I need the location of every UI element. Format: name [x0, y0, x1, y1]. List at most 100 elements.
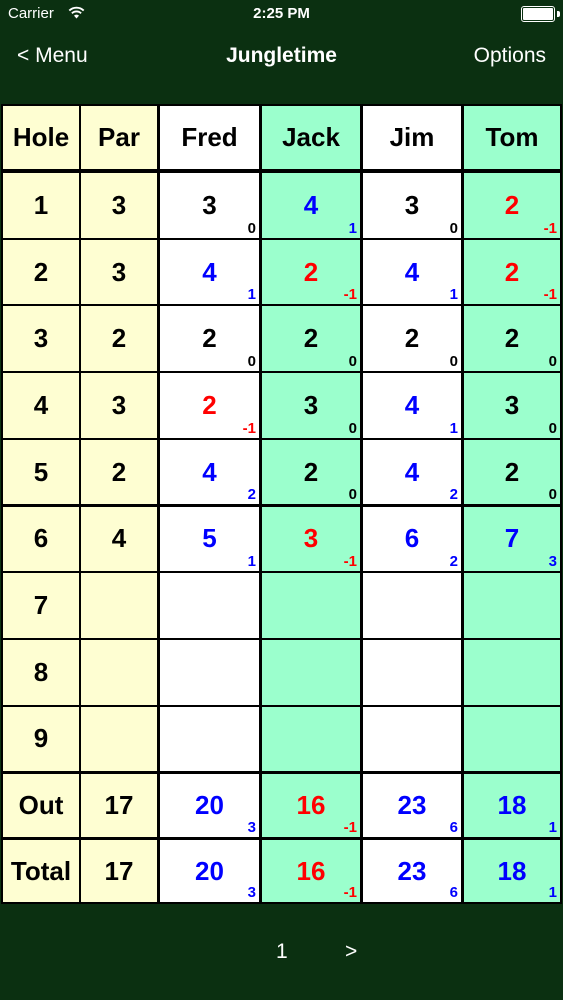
par-value: 3: [81, 239, 157, 305]
total-score-cell: 20 3: [160, 774, 259, 837]
hole-number: 8: [3, 639, 79, 705]
relative-to-par: 2: [449, 486, 458, 504]
score-cell[interactable]: [160, 573, 259, 638]
score-value: 2: [303, 323, 319, 354]
relative-to-par: 0: [548, 486, 557, 504]
score-cell[interactable]: 20: [464, 306, 560, 372]
score-cell[interactable]: 41: [262, 173, 360, 238]
score-cell[interactable]: [464, 639, 560, 705]
total-label: Out: [3, 774, 79, 837]
score-cell[interactable]: 3 -1: [262, 506, 360, 572]
score-cell[interactable]: [262, 573, 360, 638]
score-cell[interactable]: 2 -1: [464, 239, 560, 305]
relative-to-par: 0: [548, 353, 557, 371]
score-cell[interactable]: 41: [160, 239, 259, 305]
par-value: [81, 706, 157, 772]
score-cell[interactable]: 20: [262, 439, 360, 505]
score-value: 18: [497, 790, 527, 820]
total-score-cell: 16 -1: [262, 840, 360, 902]
relative-to-par: 0: [247, 353, 256, 371]
hole-number: 6: [3, 506, 79, 572]
score-cell[interactable]: 73: [464, 506, 560, 572]
score-value: 20: [195, 855, 224, 886]
par-value: [81, 573, 157, 638]
column-header: Hole: [3, 106, 79, 169]
score-value: 2: [404, 323, 420, 354]
score-cell[interactable]: [363, 639, 461, 705]
hole-number: 1: [3, 173, 79, 238]
score-cell[interactable]: 42: [363, 439, 461, 505]
battery-icon: [521, 6, 555, 22]
score-cell[interactable]: 41: [363, 239, 461, 305]
score-cell[interactable]: 30: [464, 373, 560, 438]
total-score-cell: 16 -1: [262, 774, 360, 837]
navigation-bar: < Menu Jungletime Options: [0, 36, 563, 80]
score-value: 20: [195, 790, 224, 820]
par-value: 4: [81, 506, 157, 572]
score-cell[interactable]: 20: [160, 306, 259, 372]
score-cell[interactable]: 2 -1: [262, 239, 360, 305]
score-value: 5: [202, 523, 217, 554]
options-button[interactable]: Options: [474, 44, 546, 68]
score-cell[interactable]: 62: [363, 506, 461, 572]
hole-number: 5: [3, 439, 79, 505]
player-header[interactable]: Jim: [363, 106, 461, 169]
par-value: 2: [81, 306, 157, 372]
relative-to-par: -1: [343, 884, 357, 901]
relative-to-par: 6: [449, 819, 458, 836]
relative-to-par: 1: [449, 286, 458, 304]
menu-back-button[interactable]: < Menu: [17, 44, 88, 68]
relative-to-par: 3: [548, 553, 557, 571]
player-header[interactable]: Jack: [262, 106, 360, 169]
relative-to-par: 2: [449, 553, 458, 571]
score-cell[interactable]: [464, 573, 560, 638]
score-cell[interactable]: 51: [160, 506, 259, 572]
score-value: 16: [296, 790, 326, 820]
relative-to-par: -1: [543, 286, 557, 304]
relative-to-par: 0: [247, 219, 256, 237]
hole-number: 4: [3, 373, 79, 438]
relative-to-par: 1: [548, 819, 557, 836]
score-cell[interactable]: [262, 706, 360, 772]
score-value: 2: [504, 456, 520, 487]
score-cell[interactable]: [262, 639, 360, 705]
pager: 1 >: [0, 940, 563, 970]
score-cell[interactable]: 41: [363, 373, 461, 438]
score-cell[interactable]: 20: [464, 439, 560, 505]
score-cell[interactable]: [160, 639, 259, 705]
score-cell[interactable]: 42: [160, 439, 259, 505]
relative-to-par: -1: [343, 553, 357, 571]
score-value: 16: [296, 855, 326, 886]
relative-to-par: 0: [449, 353, 458, 371]
score-value: 2: [303, 456, 319, 487]
score-cell[interactable]: 20: [262, 306, 360, 372]
score-cell[interactable]: [363, 573, 461, 638]
score-cell[interactable]: [363, 706, 461, 772]
relative-to-par: 0: [348, 486, 357, 504]
score-cell[interactable]: 30: [363, 173, 461, 238]
player-header[interactable]: Fred: [160, 106, 259, 169]
hole-number: 9: [3, 706, 79, 772]
score-cell[interactable]: 2 -1: [160, 373, 259, 438]
relative-to-par: -1: [343, 286, 357, 304]
relative-to-par: 2: [247, 486, 256, 504]
relative-to-par: 1: [548, 884, 557, 901]
score-value: 23: [397, 855, 427, 886]
score-cell[interactable]: [160, 706, 259, 772]
score-cell[interactable]: 30: [262, 373, 360, 438]
score-cell[interactable]: 20: [363, 306, 461, 372]
score-value: 2: [202, 323, 217, 354]
score-value: 23: [397, 790, 427, 820]
status-time: 2:25 PM: [253, 5, 310, 22]
score-value: 4: [404, 389, 420, 420]
score-value: 4: [404, 456, 420, 487]
relative-to-par: 0: [449, 219, 458, 237]
score-cell[interactable]: 30: [160, 173, 259, 238]
scorecard-grid: Hole Par Fred Jack Jim Tom 1 3 3 0 4 1 3 0 2 -1 2 3 4 1 2 -1 4…: [1, 104, 562, 904]
player-header[interactable]: Tom: [464, 106, 560, 169]
score-cell[interactable]: 2 -1: [464, 173, 560, 238]
score-value: 2: [504, 323, 520, 354]
score-cell[interactable]: [464, 706, 560, 772]
score-value: 2: [202, 389, 217, 420]
next-page-button[interactable]: >: [345, 940, 357, 964]
